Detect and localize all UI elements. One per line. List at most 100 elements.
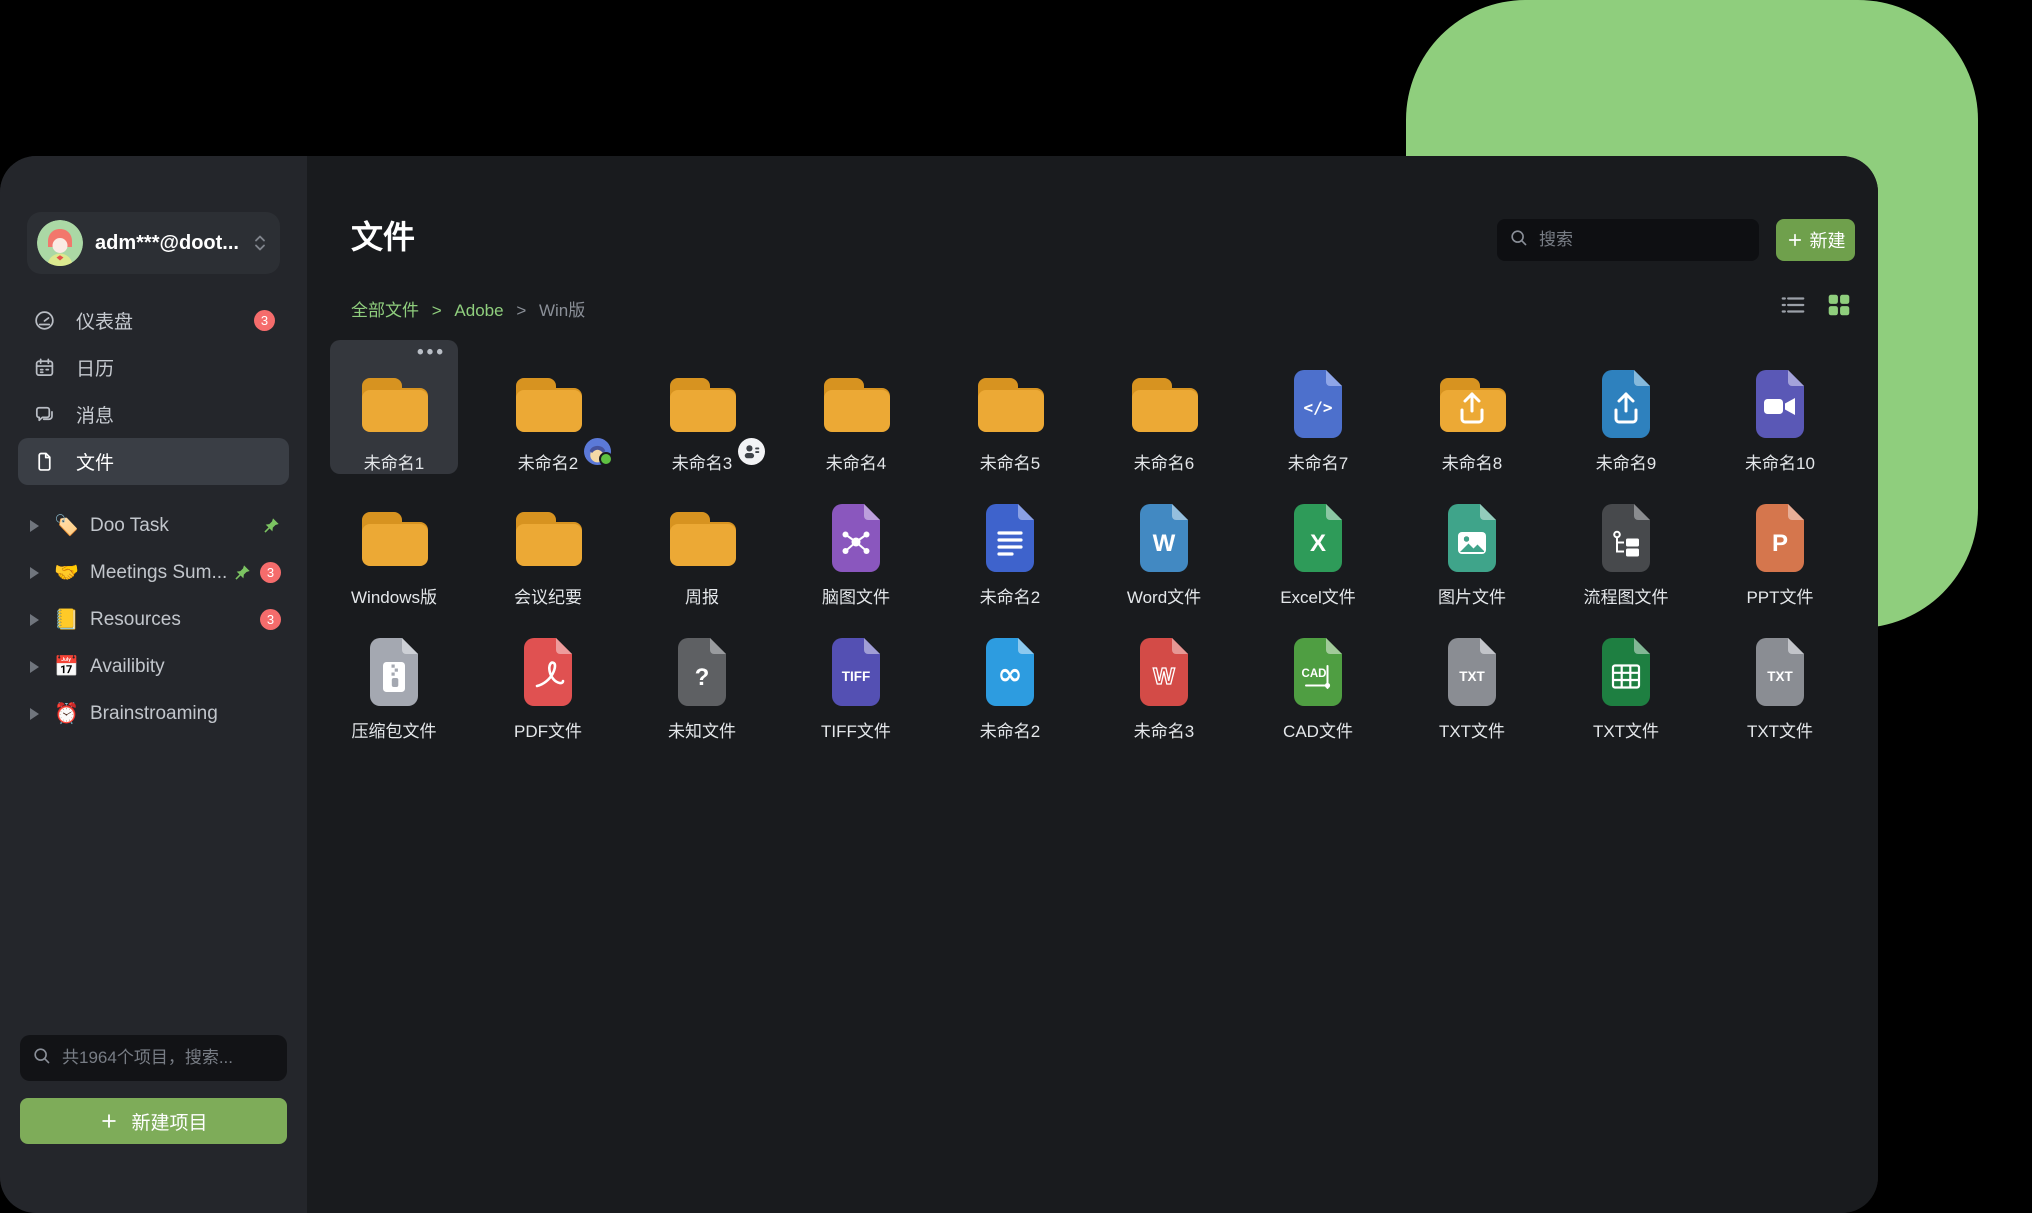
file-label: 未命名3 <box>672 449 732 474</box>
sidebar-menu: 仪表盘3 日历 消息 文件 <box>18 297 289 485</box>
file-icon-zip <box>352 630 436 714</box>
expander-triangle-icon[interactable] <box>30 567 39 579</box>
breadcrumb-link-adobe[interactable]: Adobe <box>454 301 503 320</box>
file-label: 未命名3 <box>1134 717 1194 742</box>
grid-view-icon[interactable] <box>1826 292 1852 318</box>
file-label: 未命名4 <box>826 449 886 474</box>
sidebar: adm***@doot... 仪表盘3 日历 消息 文件 🏷️ Doo Task… <box>0 156 307 1213</box>
svg-text:W: W <box>1153 663 1175 689</box>
file-search-input[interactable] <box>1537 229 1747 251</box>
file-tile[interactable]: ?未知文件 <box>638 608 766 742</box>
file-tile[interactable]: 脑图文件 <box>792 474 920 608</box>
sidebar-item-dashboard[interactable]: 仪表盘3 <box>18 297 289 344</box>
breadcrumb-link-all-files[interactable]: 全部文件 <box>351 301 419 320</box>
project-search-input[interactable] <box>60 1047 275 1069</box>
file-label: TXT文件 <box>1439 717 1505 742</box>
file-tile[interactable]: WWord文件 <box>1100 474 1228 608</box>
folder-tile[interactable]: 会议纪要 <box>484 474 612 608</box>
project-item[interactable]: 🏷️ Doo Task <box>18 502 289 549</box>
file-tile[interactable]: PPPT文件 <box>1716 474 1844 608</box>
file-tile[interactable]: ∞未命名2 <box>946 608 1074 742</box>
sidebar-item-label: 消息 <box>76 401 114 428</box>
project-item[interactable]: 📅 Availibity <box>18 643 289 690</box>
new-project-button[interactable]: 新建项目 <box>20 1098 287 1144</box>
file-icon-wps: W <box>1122 630 1206 714</box>
file-label: PDF文件 <box>514 717 582 742</box>
notification-badge: 3 <box>254 310 275 331</box>
file-tile[interactable]: TXTTXT文件 <box>1408 608 1536 742</box>
file-tile[interactable]: 压缩包文件 <box>330 608 458 742</box>
project-item[interactable]: 📒 Resources3 <box>18 596 289 643</box>
file-label: Windows版 <box>351 583 437 608</box>
tile-more-menu[interactable]: ••• <box>417 342 446 364</box>
folder-tile[interactable]: 周报 <box>638 474 766 608</box>
file-icon-upload <box>1584 362 1668 446</box>
document-icon <box>32 450 56 474</box>
file-tile[interactable]: 未命名9 <box>1562 340 1690 474</box>
file-tile[interactable]: TXT文件 <box>1562 608 1690 742</box>
folder-tile[interactable]: 未命名6 <box>1100 340 1228 474</box>
svg-text:P: P <box>1772 530 1788 557</box>
file-label: 未命名2 <box>518 449 578 474</box>
chevron-updown-icon <box>250 232 270 254</box>
folder-tile[interactable]: Windows版 <box>330 474 458 608</box>
file-tile[interactable]: 未命名2 <box>946 474 1074 608</box>
file-tile[interactable]: CADCAD文件 <box>1254 608 1382 742</box>
file-label: 图片文件 <box>1438 583 1506 608</box>
file-tile[interactable]: XExcel文件 <box>1254 474 1382 608</box>
user-account-switcher[interactable]: adm***@doot... <box>27 212 280 274</box>
sidebar-item-files[interactable]: 文件 <box>18 438 289 485</box>
message-icon <box>32 403 56 427</box>
list-view-icon[interactable] <box>1780 292 1806 318</box>
file-tile[interactable]: PDF文件 <box>484 608 612 742</box>
folder-icon <box>506 496 590 580</box>
project-label: Meetings Sum... <box>90 562 227 584</box>
folder-tile[interactable]: 未命名4 <box>792 340 920 474</box>
sidebar-item-calendar[interactable]: 日历 <box>18 344 289 391</box>
folder-icon <box>814 362 898 446</box>
folder-tile[interactable]: ••• 未命名1 <box>330 340 458 474</box>
file-tile[interactable]: 流程图文件 <box>1562 474 1690 608</box>
file-label: TIFF文件 <box>821 717 891 742</box>
file-label: 未命名2 <box>980 717 1040 742</box>
new-file-button[interactable]: 新建 <box>1776 219 1855 261</box>
project-search[interactable] <box>20 1035 287 1081</box>
expander-triangle-icon[interactable] <box>30 614 39 626</box>
breadcrumb-separator: > <box>432 301 442 320</box>
file-tile[interactable]: 图片文件 <box>1408 474 1536 608</box>
file-icon-mindmap <box>814 496 898 580</box>
file-icon-code: </> <box>1276 362 1360 446</box>
sidebar-item-messages[interactable]: 消息 <box>18 391 289 438</box>
file-tile[interactable]: 未命名10 <box>1716 340 1844 474</box>
folder-tile[interactable]: 未命名2 <box>484 340 612 474</box>
expander-triangle-icon[interactable] <box>30 520 39 532</box>
project-item[interactable]: ⏰ Brainstroaming <box>18 690 289 737</box>
file-icon-video <box>1738 362 1822 446</box>
expander-triangle-icon[interactable] <box>30 661 39 673</box>
file-search[interactable] <box>1497 219 1759 261</box>
folder-tile[interactable]: 未命名5 <box>946 340 1074 474</box>
file-label: 未命名6 <box>1134 449 1194 474</box>
expander-triangle-icon[interactable] <box>30 708 39 720</box>
file-label: 会议纪要 <box>514 583 582 608</box>
file-label: 脑图文件 <box>822 583 890 608</box>
svg-text:</>: </> <box>1304 398 1333 417</box>
svg-text:W: W <box>1153 530 1176 557</box>
file-label: 未命名2 <box>980 583 1040 608</box>
file-tile[interactable]: </>未命名7 <box>1254 340 1382 474</box>
folder-tile[interactable]: 未命名8 <box>1408 340 1536 474</box>
file-tile[interactable]: TIFFTIFF文件 <box>792 608 920 742</box>
project-label: Resources <box>90 609 181 631</box>
file-tile[interactable]: W 未命名3 <box>1100 608 1228 742</box>
folder-icon <box>1122 362 1206 446</box>
sidebar-projects: 🏷️ Doo Task 🤝 Meetings Sum...3 📒 Resourc… <box>18 502 289 737</box>
folder-icon <box>660 496 744 580</box>
file-label: 流程图文件 <box>1584 583 1669 608</box>
folder-tile[interactable]: 未命名3 <box>638 340 766 474</box>
project-item[interactable]: 🤝 Meetings Sum...3 <box>18 549 289 596</box>
user-avatar <box>37 220 83 266</box>
file-icon-cad: CAD <box>1276 630 1360 714</box>
file-icon-image <box>1430 496 1514 580</box>
file-tile[interactable]: TXTTXT文件 <box>1716 608 1844 742</box>
svg-text:CAD: CAD <box>1302 668 1327 680</box>
